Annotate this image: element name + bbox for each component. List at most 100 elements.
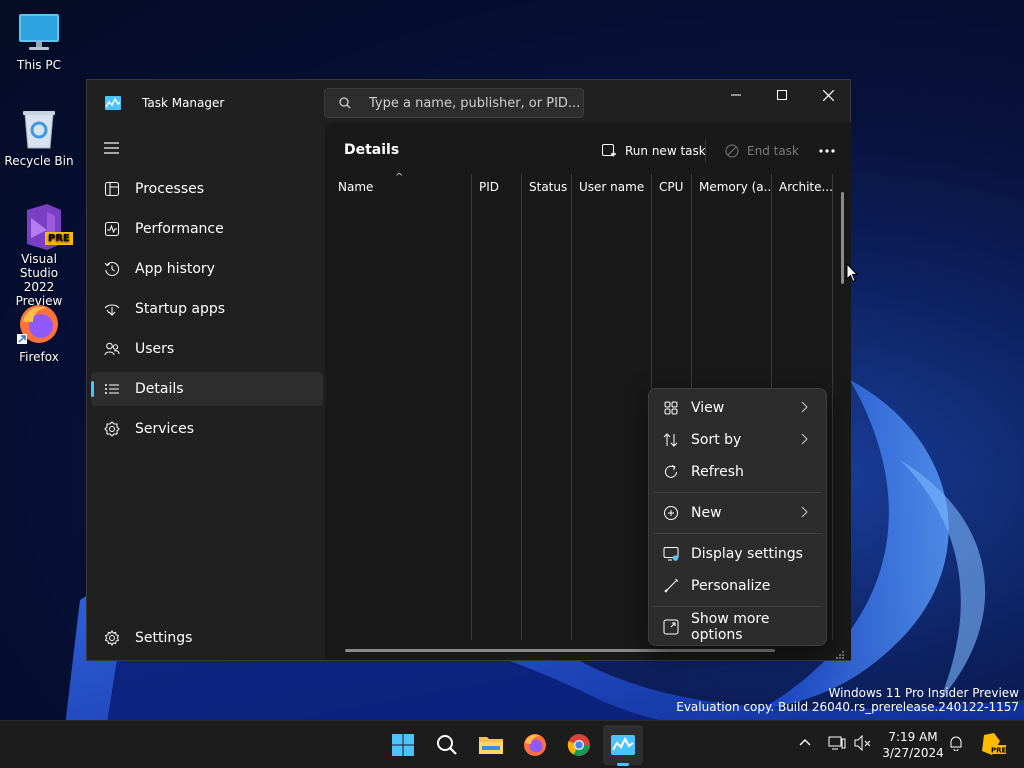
desktop-icon-this-pc[interactable]: This PC <box>1 10 77 72</box>
search-icon <box>339 97 351 109</box>
folder-icon <box>479 737 503 754</box>
visual-studio-icon: PRE <box>17 204 73 250</box>
column-header-cpu[interactable]: CPU <box>652 174 692 200</box>
menu-item-refresh[interactable]: Refresh <box>653 457 822 487</box>
menu-item-label: New <box>691 505 722 521</box>
sidebar-item-label: Details <box>135 381 184 397</box>
copilot-pre-icon[interactable]: PRE <box>980 731 1006 757</box>
display-settings-icon <box>663 546 679 562</box>
sidebar-item-processes[interactable]: Processes <box>91 172 323 206</box>
menu-item-show-more-options[interactable]: Show more options <box>653 611 822 643</box>
recycle-bin-icon <box>17 106 61 150</box>
ellipsis-icon <box>819 149 835 153</box>
minimize-icon <box>731 94 741 96</box>
end-task-icon <box>725 144 739 158</box>
maximize-button[interactable] <box>759 80 805 110</box>
watermark-line1: Windows 11 Pro Insider Preview <box>828 686 1019 700</box>
end-task-label: End task <box>747 144 799 158</box>
sidebar-item-label: Performance <box>135 221 224 237</box>
sidebar-item-users[interactable]: Users <box>91 332 323 366</box>
processes-icon <box>103 180 121 198</box>
resize-grip-icon[interactable] <box>835 650 845 660</box>
column-divider <box>832 174 833 640</box>
firefox-taskbar-button[interactable] <box>519 729 551 761</box>
sidebar-item-startup-apps[interactable]: Startup apps <box>91 292 323 326</box>
start-button[interactable] <box>387 729 419 761</box>
menu-separator <box>653 606 822 607</box>
gear-icon <box>103 629 121 647</box>
task-manager-icon <box>611 735 635 755</box>
chevron-up-icon[interactable] <box>798 735 812 749</box>
network-icon[interactable] <box>828 735 846 751</box>
column-divider <box>521 174 522 640</box>
desktop-context-menu: View Sort by Refresh New Display setting… <box>648 388 827 646</box>
search-input[interactable] <box>369 93 579 113</box>
menu-item-display-settings[interactable]: Display settings <box>653 539 822 569</box>
sidebar-item-label: Processes <box>135 181 205 197</box>
toolbar-separator <box>705 140 706 162</box>
sidebar-item-services[interactable]: Services <box>91 412 323 446</box>
performance-icon <box>103 220 121 238</box>
firefox-icon <box>17 302 61 346</box>
clock-time: 7:19 AM <box>888 730 938 744</box>
notification-bell-icon[interactable] <box>948 735 964 751</box>
mouse-cursor-icon <box>846 263 858 283</box>
history-icon <box>103 260 121 278</box>
hamburger-menu-icon[interactable] <box>102 140 122 156</box>
column-header-user-name[interactable]: User name <box>572 174 652 200</box>
chrome-taskbar-button[interactable] <box>563 729 595 761</box>
clock-date: 3/27/2024 <box>882 746 944 760</box>
menu-item-label: Sort by <box>691 432 742 448</box>
minimize-button[interactable] <box>713 80 759 110</box>
details-icon <box>103 380 121 398</box>
menu-separator <box>653 533 822 534</box>
desktop-icon-label: Firefox <box>19 350 59 364</box>
menu-item-personalize[interactable]: Personalize <box>653 571 822 601</box>
column-divider <box>571 174 572 640</box>
sidebar-item-label: Services <box>135 421 195 437</box>
sidebar-item-performance[interactable]: Performance <box>91 212 323 246</box>
sidebar-item-settings[interactable]: Settings <box>91 621 323 655</box>
chevron-right-icon <box>801 401 808 413</box>
close-button[interactable] <box>805 80 851 110</box>
volume-muted-icon[interactable] <box>854 735 872 751</box>
search-button[interactable] <box>431 729 463 761</box>
menu-item-sort-by[interactable]: Sort by <box>653 425 822 455</box>
end-task-button[interactable]: End task <box>719 136 805 166</box>
desktop-icon-firefox[interactable]: Firefox <box>1 302 77 364</box>
column-header-architecture[interactable]: Archite... <box>772 174 832 200</box>
horizontal-scrollbar[interactable] <box>345 649 775 652</box>
menu-item-label: Display settings <box>691 546 803 562</box>
chevron-right-icon <box>801 433 808 445</box>
file-explorer-button[interactable] <box>475 729 507 761</box>
more-options-button[interactable] <box>812 136 842 166</box>
os-watermark: Windows 11 Pro Insider Preview Evaluatio… <box>676 686 1019 714</box>
desktop-icon-label-line1: Visual Studio <box>19 252 59 280</box>
search-box[interactable] <box>324 88 584 118</box>
sidebar: Processes Performance App history Startu… <box>87 126 325 660</box>
watermark-line2: Evaluation copy. Build 26040.rs_prerelea… <box>676 700 1019 714</box>
maximize-icon <box>777 90 787 100</box>
menu-item-new[interactable]: New <box>653 498 822 528</box>
column-divider <box>471 174 472 640</box>
column-header-memory[interactable]: Memory (a... <box>692 174 772 200</box>
personalize-brush-icon <box>663 578 679 594</box>
sidebar-item-app-history[interactable]: App history <box>91 252 323 286</box>
sidebar-item-details[interactable]: Details <box>91 372 323 406</box>
column-header-pid[interactable]: PID <box>472 174 522 200</box>
menu-item-view[interactable]: View <box>653 393 822 423</box>
vertical-scrollbar[interactable] <box>841 192 844 284</box>
desktop-icon-recycle-bin[interactable]: Recycle Bin <box>1 106 77 168</box>
services-icon <box>103 420 121 438</box>
svg-text:PRE: PRE <box>991 747 1006 755</box>
title-bar[interactable]: Task Manager <box>87 80 850 126</box>
system-clock[interactable]: 7:19 AM 3/27/2024 <box>878 729 948 761</box>
desktop-icon-visual-studio[interactable]: PRE Visual Studio 2022 Preview <box>1 204 77 308</box>
sidebar-item-label: App history <box>135 261 215 277</box>
column-header-status[interactable]: Status <box>522 174 572 200</box>
task-manager-taskbar-button[interactable] <box>607 729 639 761</box>
page-title: Details <box>344 142 400 158</box>
menu-item-label: Personalize <box>691 578 771 594</box>
run-new-task-button[interactable]: Run new task <box>595 136 712 166</box>
task-manager-logo-icon <box>105 96 121 110</box>
